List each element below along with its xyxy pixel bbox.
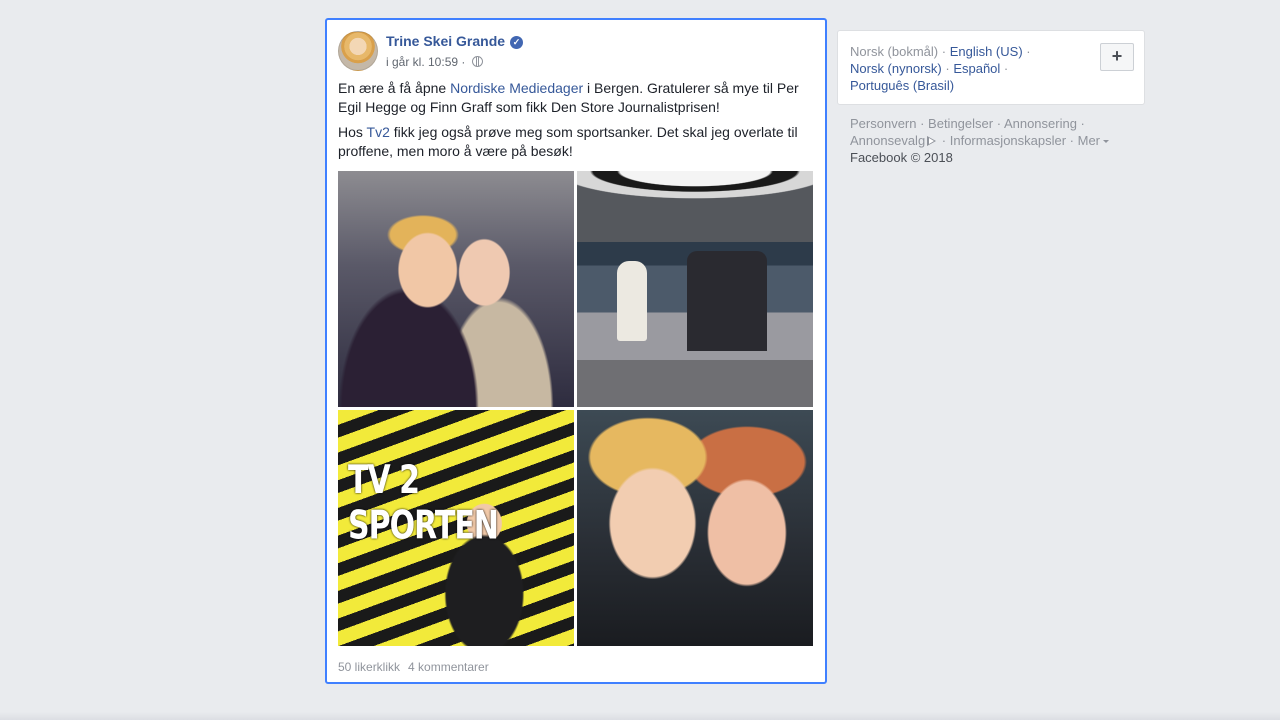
copyright: Facebook © 2018 bbox=[850, 150, 953, 165]
post-meta: i går kl. 10:59 · bbox=[386, 55, 483, 69]
footer-links: Personvern · Betingelser · Annonsering ·… bbox=[850, 115, 1140, 166]
footer-link-annonsevalg[interactable]: Annonsevalg bbox=[850, 133, 925, 148]
photo-2[interactable] bbox=[577, 171, 813, 407]
photo-grid: TV 2 SPORTEN bbox=[338, 171, 814, 647]
tv2-sporten-sign: TV 2 SPORTEN bbox=[348, 458, 499, 549]
language-current: Norsk (bokmål) bbox=[850, 44, 939, 59]
comments-count[interactable]: 4 kommentarer bbox=[408, 660, 489, 674]
footer-link-informasjonskapsler[interactable]: Informasjonskapsler bbox=[950, 133, 1066, 148]
likes-count[interactable]: 50 likerklikk bbox=[338, 660, 400, 674]
post-header: Trine Skei Grande ✓ i går kl. 10:59 · bbox=[338, 31, 808, 73]
verified-badge-icon: ✓ bbox=[510, 36, 524, 49]
bottom-edge bbox=[0, 712, 1280, 720]
language-link-english[interactable]: English (US) bbox=[950, 44, 1023, 59]
post-paragraph-2: Hos Tv2 fikk jeg også prøve meg som spor… bbox=[338, 124, 798, 159]
language-link-nynorsk[interactable]: Norsk (nynorsk) bbox=[850, 61, 942, 76]
post-stats: 50 likerklikk 4 kommentarer bbox=[338, 660, 497, 674]
adchoices-icon bbox=[927, 136, 937, 146]
footer-link-betingelser[interactable]: Betingelser bbox=[928, 116, 993, 131]
language-list: Norsk (bokmål) · English (US) · Norsk (n… bbox=[850, 44, 1031, 93]
mention-nordiske-mediedager[interactable]: Nordiske Mediedager bbox=[450, 80, 583, 96]
caret-down-icon bbox=[1103, 140, 1110, 143]
author-name-line: Trine Skei Grande ✓ bbox=[386, 33, 524, 49]
globe-icon[interactable] bbox=[471, 56, 483, 67]
post-text: En ære å få åpne Nordiske Mediedager i B… bbox=[338, 79, 812, 167]
language-link-portugues[interactable]: Português (Brasil) bbox=[850, 78, 954, 93]
footer-link-annonsering[interactable]: Annonsering bbox=[1004, 116, 1077, 131]
author-avatar[interactable] bbox=[338, 31, 378, 71]
footer-link-personvern[interactable]: Personvern bbox=[850, 116, 916, 131]
author-name-link[interactable]: Trine Skei Grande bbox=[386, 33, 505, 49]
language-link-espanol[interactable]: Español bbox=[953, 61, 1000, 76]
language-selector: Norsk (bokmål) · English (US) · Norsk (n… bbox=[837, 30, 1145, 105]
mention-tv2[interactable]: Tv2 bbox=[367, 124, 390, 140]
post-timestamp[interactable]: i går kl. 10:59 · bbox=[386, 55, 465, 69]
photo-1[interactable] bbox=[338, 171, 574, 407]
footer-link-mer[interactable]: Mer bbox=[1078, 133, 1100, 148]
post-paragraph-1: En ære å få åpne Nordiske Mediedager i B… bbox=[338, 80, 799, 115]
add-language-button[interactable]: + bbox=[1100, 43, 1134, 71]
post-card: Trine Skei Grande ✓ i går kl. 10:59 · En … bbox=[325, 18, 827, 684]
photo-3[interactable]: TV 2 SPORTEN bbox=[338, 410, 574, 646]
photo-4[interactable] bbox=[577, 410, 813, 646]
